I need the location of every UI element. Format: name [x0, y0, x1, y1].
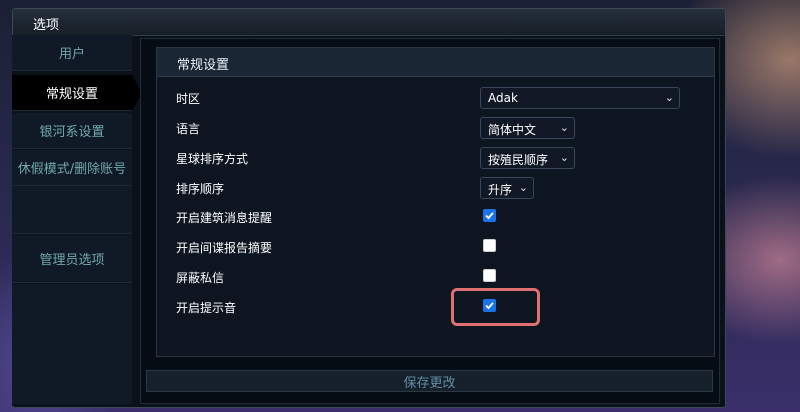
sidebar-item-galaxy[interactable]: 银河系设置 [12, 113, 132, 149]
checkmark-icon [485, 212, 494, 220]
sidebar-item-admin[interactable]: 管理员选项 [12, 235, 132, 283]
sidebar-item-label: 休假模式/删除账号 [17, 162, 127, 177]
spy-report-checkbox[interactable] [483, 239, 496, 252]
language-select[interactable]: 简体中文 ⌄ [480, 117, 575, 139]
chevron-down-icon: ⌄ [559, 121, 569, 134]
chevron-down-icon: ⌄ [559, 151, 569, 164]
sidebar-item-general[interactable]: 常规设置 [12, 75, 142, 111]
panel-header: 常规设置 [157, 48, 714, 77]
timezone-label: 时区 [176, 92, 201, 106]
planet-sort-label: 星球排序方式 [176, 152, 249, 166]
sidebar-item-vacation[interactable]: 休假模式/删除账号 [12, 150, 132, 186]
planet-sort-select[interactable]: 按殖民顺序 ⌄ [480, 147, 575, 169]
building-notify-label: 开启建筑消息提醒 [176, 211, 273, 225]
sort-order-select[interactable]: 升序 ⌄ [480, 177, 534, 199]
block-pm-label: 屏蔽私信 [176, 271, 225, 285]
language-label: 语言 [176, 122, 201, 136]
block-pm-checkbox[interactable] [483, 269, 496, 282]
language-value: 简体中文 [488, 123, 537, 137]
sidebar-item-label: 管理员选项 [39, 253, 105, 268]
sidebar: 用户 常规设置 银河系设置 休假模式/删除账号 管理员选项 [12, 35, 142, 406]
save-button-label: 保存更改 [403, 375, 456, 391]
window-title: 选项 [33, 18, 60, 33]
sidebar-item-label: 用户 [58, 47, 85, 62]
sidebar-item-label: 银河系设置 [39, 125, 105, 140]
sort-order-value: 升序 [488, 183, 513, 197]
timezone-select[interactable]: Adak ⌄ [480, 87, 680, 109]
sidebar-item-user[interactable]: 用户 [12, 35, 132, 71]
chevron-down-icon: ⌄ [664, 91, 674, 104]
sort-order-label: 排序顺序 [176, 182, 225, 196]
spy-report-label: 开启间谍报告摘要 [176, 241, 273, 255]
chevron-down-icon: ⌄ [518, 181, 528, 194]
panel-title: 常规设置 [177, 58, 230, 73]
highlight-box [451, 288, 540, 326]
sidebar-item-label: 常规设置 [45, 87, 98, 102]
timezone-value: Adak [488, 91, 518, 105]
building-notify-checkbox[interactable] [483, 209, 496, 222]
sidebar-spacer [12, 186, 132, 234]
planet-sort-value: 按殖民顺序 [488, 153, 549, 167]
save-button[interactable]: 保存更改 [146, 370, 713, 392]
sidebar-empty [12, 284, 132, 404]
window-titlebar: 选项 [13, 9, 725, 36]
sound-alert-label: 开启提示音 [176, 301, 237, 315]
